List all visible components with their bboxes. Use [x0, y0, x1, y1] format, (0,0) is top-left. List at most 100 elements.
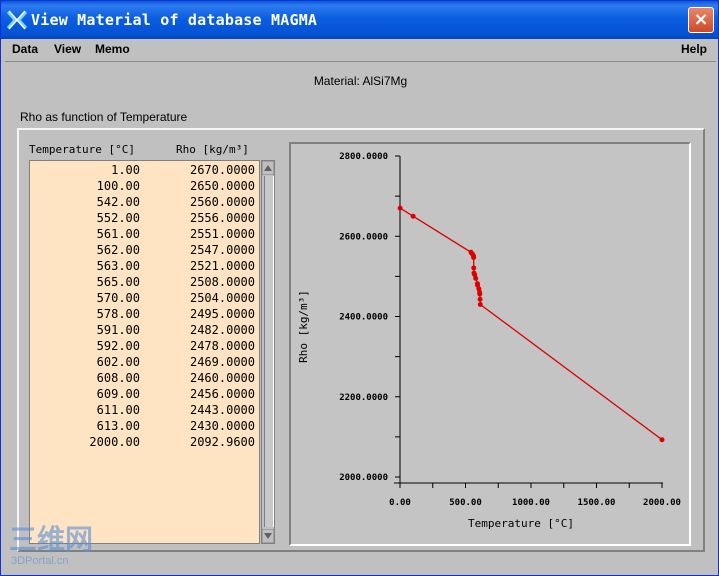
watermark-big-text: 三维网	[9, 523, 94, 556]
menu-bar: Data View Memo Help	[5, 39, 716, 62]
x-tick-label: 2000.00	[643, 498, 681, 508]
table-row[interactable]: 563.00 2521.0000	[30, 259, 259, 275]
table-row[interactable]: 608.00 2460.0000	[30, 371, 259, 387]
cell-rho: 2460.0000	[189, 371, 255, 385]
data-table[interactable]: 1.00 2670.0000 100.00 2650.0000 542.00 2560.0…	[29, 160, 260, 544]
cell-rho: 2556.0000	[189, 211, 255, 225]
cell-rho: 2670.0000	[189, 163, 255, 177]
cell-temperature: 563.00	[96, 259, 140, 273]
vertical-scrollbar[interactable]	[261, 160, 275, 544]
cell-temperature: 570.00	[96, 291, 140, 305]
cell-temperature: 613.00	[96, 419, 140, 433]
menu-view[interactable]: View	[54, 42, 81, 56]
cell-rho: 2469.0000	[189, 355, 255, 369]
cell-temperature: 1.00	[111, 163, 140, 177]
table-row[interactable]: 542.00 2560.0000	[30, 195, 259, 211]
cell-temperature: 578.00	[96, 307, 140, 321]
arrow-down-icon[interactable]	[262, 529, 274, 543]
table-row[interactable]: 561.00 2551.0000	[30, 227, 259, 243]
section-label: Rho as function of Temperature	[20, 110, 188, 124]
cell-temperature: 609.00	[96, 387, 140, 401]
y-tick-label: 2400.0000	[339, 313, 388, 323]
scroll-track[interactable]	[264, 176, 274, 527]
cell-rho: 2443.0000	[189, 403, 255, 417]
arrow-up-icon[interactable]	[262, 161, 274, 175]
table-row[interactable]: 609.00 2456.0000	[30, 387, 259, 403]
cell-rho: 2456.0000	[189, 387, 255, 401]
cell-temperature: 602.00	[96, 355, 140, 369]
x-axis-label: Temperature [°C]	[468, 517, 574, 530]
cell-rho: 2521.0000	[189, 259, 255, 273]
application-window: View Material of database MAGMA × Data V…	[0, 0, 719, 576]
data-point	[471, 265, 477, 271]
cell-rho: 2478.0000	[189, 339, 255, 353]
main-content: Material: AlSi7Mg Rho as function of Tem…	[5, 62, 716, 558]
data-point	[477, 296, 483, 302]
cell-rho: 2482.0000	[189, 323, 255, 337]
table-row[interactable]: 611.00 2443.0000	[30, 403, 259, 419]
table-row[interactable]: 592.00 2478.0000	[30, 339, 259, 355]
data-point	[477, 291, 483, 297]
y-axis-label: Rho [kg/m³]	[297, 290, 310, 363]
column-header-rho: Rho [kg/m³]	[176, 143, 249, 156]
cell-rho: 2508.0000	[189, 275, 255, 289]
cell-temperature: 608.00	[96, 371, 140, 385]
watermark-logo: 三维网 3DPortal.cn	[9, 525, 109, 571]
cell-temperature: 611.00	[96, 403, 140, 417]
data-point	[473, 275, 479, 281]
cell-temperature: 565.00	[96, 275, 140, 289]
cell-rho: 2547.0000	[189, 243, 255, 257]
y-tick-label: 2800.0000	[339, 152, 388, 162]
column-header-temperature: Temperature [°C]	[29, 143, 135, 156]
table-row[interactable]: 552.00 2556.0000	[30, 211, 259, 227]
data-point	[471, 255, 477, 261]
cell-temperature: 591.00	[96, 323, 140, 337]
x-tick-label: 1500.00	[578, 498, 616, 508]
rho-temperature-chart: 2000.0000 2200.0000 2400.0000 2600.0000 2800…	[297, 152, 681, 530]
y-tick-label: 2600.0000	[339, 232, 388, 242]
data-point	[659, 437, 665, 443]
table-row[interactable]: 562.00 2547.0000	[30, 243, 259, 259]
table-row[interactable]: 613.00 2430.0000	[30, 419, 259, 435]
x-tick-label: 500.00	[449, 498, 482, 508]
table-row[interactable]: 2000.00 2092.9600	[30, 435, 259, 451]
close-button[interactable]: ×	[688, 7, 714, 33]
table-row[interactable]: 591.00 2482.0000	[30, 323, 259, 339]
cell-temperature: 542.00	[96, 195, 140, 209]
chart-panel: 2000.0000 2200.0000 2400.0000 2600.0000 2800…	[289, 142, 691, 546]
table-row[interactable]: 1.00 2670.0000	[30, 163, 259, 179]
window-title: View Material of database MAGMA	[31, 11, 318, 29]
cell-rho: 2092.9600	[189, 435, 255, 449]
table-row[interactable]: 565.00 2508.0000	[30, 275, 259, 291]
data-point	[477, 301, 483, 307]
table-row[interactable]: 100.00 2650.0000	[30, 179, 259, 195]
menu-memo[interactable]: Memo	[95, 42, 130, 56]
x-tick-label: 0.00	[389, 498, 411, 508]
y-tick-label: 2200.0000	[339, 393, 388, 403]
close-icon: ×	[693, 9, 709, 30]
y-tick-label: 2000.0000	[339, 473, 388, 483]
table-row[interactable]: 602.00 2469.0000	[30, 355, 259, 371]
cell-temperature: 592.00	[96, 339, 140, 353]
menu-data[interactable]: Data	[12, 42, 38, 56]
x-logo-icon	[6, 10, 28, 30]
table-row[interactable]: 578.00 2495.0000	[30, 307, 259, 323]
cell-temperature: 562.00	[96, 243, 140, 257]
data-point	[397, 205, 403, 211]
menu-help[interactable]: Help	[681, 42, 707, 56]
material-label: Material: AlSi7Mg	[313, 74, 408, 88]
cell-rho: 2430.0000	[189, 419, 255, 433]
rho-series-line	[399, 207, 663, 441]
table-row[interactable]: 570.00 2504.0000	[30, 291, 259, 307]
cell-rho: 2495.0000	[189, 307, 255, 321]
cell-rho: 2650.0000	[189, 179, 255, 193]
cell-temperature: 100.00	[96, 179, 140, 193]
cell-rho: 2560.0000	[189, 195, 255, 209]
x-tick-label: 1000.00	[512, 498, 550, 508]
title-bar[interactable]: View Material of database MAGMA ×	[1, 1, 718, 39]
cell-temperature: 561.00	[96, 227, 140, 241]
cell-temperature: 552.00	[96, 211, 140, 225]
watermark-small-text: 3DPortal.cn	[11, 555, 69, 567]
data-point	[410, 213, 416, 219]
cell-rho: 2551.0000	[189, 227, 255, 241]
